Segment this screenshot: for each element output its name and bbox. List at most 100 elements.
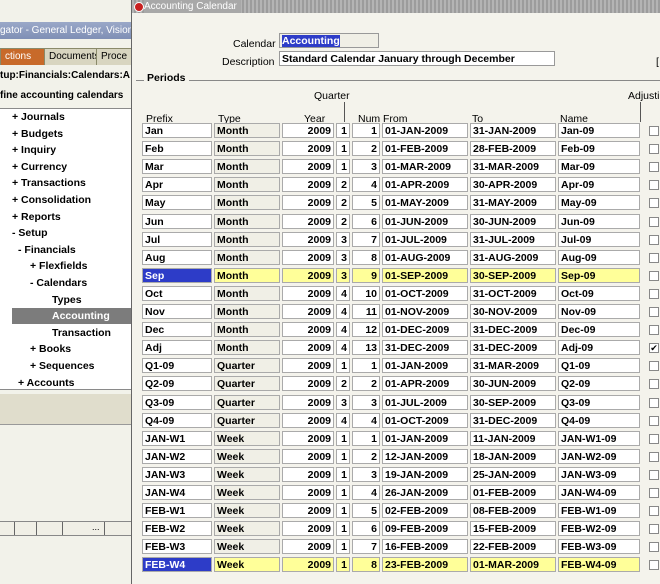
tree-item[interactable]: + Reports bbox=[12, 209, 61, 225]
num-cell[interactable]: 4 bbox=[352, 177, 380, 193]
quarter-cell[interactable]: 1 bbox=[336, 358, 350, 374]
quarter-cell[interactable]: 4 bbox=[336, 412, 350, 428]
name-cell[interactable]: JAN-W2-09 bbox=[558, 448, 640, 464]
adjusting-checkbox[interactable] bbox=[649, 307, 659, 317]
tree-item[interactable]: + Sequences bbox=[30, 358, 95, 374]
type-cell[interactable]: Month bbox=[214, 340, 280, 356]
quarter-cell[interactable]: 4 bbox=[336, 285, 350, 301]
adjusting-checkbox[interactable] bbox=[649, 415, 659, 426]
prefix-cell[interactable]: Q3-09 bbox=[142, 394, 212, 410]
year-cell[interactable]: 2009 bbox=[282, 521, 334, 537]
num-cell[interactable]: 2 bbox=[352, 448, 380, 464]
quarter-cell[interactable]: 1 bbox=[336, 159, 350, 175]
num-cell[interactable]: 1 bbox=[352, 123, 380, 138]
quarter-cell[interactable]: 1 bbox=[336, 123, 350, 138]
adjusting-checkbox[interactable] bbox=[649, 162, 659, 173]
name-cell[interactable]: Q4-09 bbox=[558, 412, 640, 428]
adjusting-checkbox[interactable] bbox=[649, 433, 659, 444]
to-cell[interactable]: 31-OCT-2009 bbox=[470, 285, 556, 301]
adjusting-checkbox[interactable] bbox=[649, 252, 659, 263]
quarter-cell[interactable]: 1 bbox=[336, 141, 350, 157]
adjusting-checkbox[interactable] bbox=[649, 216, 659, 227]
num-cell[interactable]: 13 bbox=[352, 340, 380, 356]
from-cell[interactable]: 09-FEB-2009 bbox=[382, 521, 468, 537]
year-cell[interactable]: 2009 bbox=[282, 177, 334, 193]
type-cell[interactable]: Week bbox=[214, 466, 280, 482]
tree-item[interactable]: + Flexfields bbox=[30, 258, 87, 274]
adjusting-checkbox[interactable] bbox=[649, 325, 659, 336]
year-cell[interactable]: 2009 bbox=[282, 322, 334, 338]
adjusting-checkbox[interactable] bbox=[649, 506, 659, 517]
adjusting-checkbox[interactable] bbox=[649, 469, 659, 480]
name-cell[interactable]: JAN-W3-09 bbox=[558, 466, 640, 482]
name-cell[interactable]: FEB-W3-09 bbox=[558, 539, 640, 555]
to-cell[interactable]: 31-MAR-2009 bbox=[470, 358, 556, 374]
from-cell[interactable]: 01-JAN-2009 bbox=[382, 358, 468, 374]
prefix-cell[interactable]: Dec bbox=[142, 322, 212, 338]
type-cell[interactable]: Month bbox=[214, 195, 280, 211]
name-cell[interactable]: JAN-W4-09 bbox=[558, 485, 640, 500]
type-cell[interactable]: Quarter bbox=[214, 412, 280, 428]
year-cell[interactable]: 2009 bbox=[282, 304, 334, 319]
year-cell[interactable]: 2009 bbox=[282, 376, 334, 392]
adjusting-checkbox[interactable] bbox=[649, 180, 659, 191]
quarter-cell[interactable]: 1 bbox=[336, 466, 350, 482]
name-cell[interactable]: Oct-09 bbox=[558, 285, 640, 301]
to-cell[interactable]: 18-JAN-2009 bbox=[470, 448, 556, 464]
num-cell[interactable]: 11 bbox=[352, 304, 380, 319]
year-cell[interactable]: 2009 bbox=[282, 430, 334, 446]
prefix-cell[interactable]: JAN-W2 bbox=[142, 448, 212, 464]
type-cell[interactable]: Quarter bbox=[214, 376, 280, 392]
from-cell[interactable]: 19-JAN-2009 bbox=[382, 466, 468, 482]
adjusting-checkbox[interactable] bbox=[649, 144, 659, 155]
year-cell[interactable]: 2009 bbox=[282, 557, 334, 573]
tree-item[interactable]: - Setup bbox=[12, 225, 48, 241]
quarter-cell[interactable]: 4 bbox=[336, 340, 350, 356]
prefix-cell[interactable]: Apr bbox=[142, 177, 212, 193]
prefix-cell[interactable]: Sep bbox=[142, 267, 212, 283]
type-cell[interactable]: Week bbox=[214, 503, 280, 519]
to-cell[interactable]: 25-JAN-2009 bbox=[470, 466, 556, 482]
to-cell[interactable]: 15-FEB-2009 bbox=[470, 521, 556, 537]
type-cell[interactable]: Week bbox=[214, 521, 280, 537]
type-cell[interactable]: Month bbox=[214, 213, 280, 229]
from-cell[interactable]: 01-MAY-2009 bbox=[382, 195, 468, 211]
tree-item[interactable]: + Inquiry bbox=[12, 142, 56, 158]
prefix-cell[interactable]: Nov bbox=[142, 304, 212, 319]
year-cell[interactable]: 2009 bbox=[282, 503, 334, 519]
year-cell[interactable]: 2009 bbox=[282, 485, 334, 500]
tree-item[interactable]: + Journals bbox=[12, 109, 65, 125]
adjusting-checkbox[interactable] bbox=[649, 234, 659, 245]
quarter-cell[interactable]: 1 bbox=[336, 557, 350, 573]
name-cell[interactable]: Jan-09 bbox=[558, 123, 640, 138]
type-cell[interactable]: Week bbox=[214, 539, 280, 555]
type-cell[interactable]: Month bbox=[214, 177, 280, 193]
to-cell[interactable]: 30-NOV-2009 bbox=[470, 304, 556, 319]
num-cell[interactable]: 10 bbox=[352, 285, 380, 301]
quarter-cell[interactable]: 1 bbox=[336, 539, 350, 555]
quarter-cell[interactable]: 4 bbox=[336, 322, 350, 338]
from-cell[interactable]: 01-AUG-2009 bbox=[382, 249, 468, 265]
to-cell[interactable]: 31-DEC-2009 bbox=[470, 412, 556, 428]
num-cell[interactable]: 12 bbox=[352, 322, 380, 338]
quarter-cell[interactable]: 3 bbox=[336, 394, 350, 410]
year-cell[interactable]: 2009 bbox=[282, 412, 334, 428]
num-cell[interactable]: 7 bbox=[352, 231, 380, 247]
from-cell[interactable]: 01-JUL-2009 bbox=[382, 394, 468, 410]
name-cell[interactable]: Jun-09 bbox=[558, 213, 640, 229]
num-cell[interactable]: 7 bbox=[352, 539, 380, 555]
type-cell[interactable]: Month bbox=[214, 304, 280, 319]
type-cell[interactable]: Month bbox=[214, 285, 280, 301]
type-cell[interactable]: Month bbox=[214, 159, 280, 175]
tree-item[interactable]: + Budgets bbox=[12, 126, 63, 142]
type-cell[interactable]: Month bbox=[214, 231, 280, 247]
tree-item[interactable]: - Financials bbox=[18, 242, 76, 258]
type-cell[interactable]: Week bbox=[214, 485, 280, 500]
to-cell[interactable]: 01-MAR-2009 bbox=[470, 557, 556, 573]
prefix-cell[interactable]: May bbox=[142, 195, 212, 211]
name-cell[interactable]: Dec-09 bbox=[558, 322, 640, 338]
name-cell[interactable]: May-09 bbox=[558, 195, 640, 211]
from-cell[interactable]: 26-JAN-2009 bbox=[382, 485, 468, 500]
quarter-cell[interactable]: 1 bbox=[336, 448, 350, 464]
num-cell[interactable]: 3 bbox=[352, 466, 380, 482]
